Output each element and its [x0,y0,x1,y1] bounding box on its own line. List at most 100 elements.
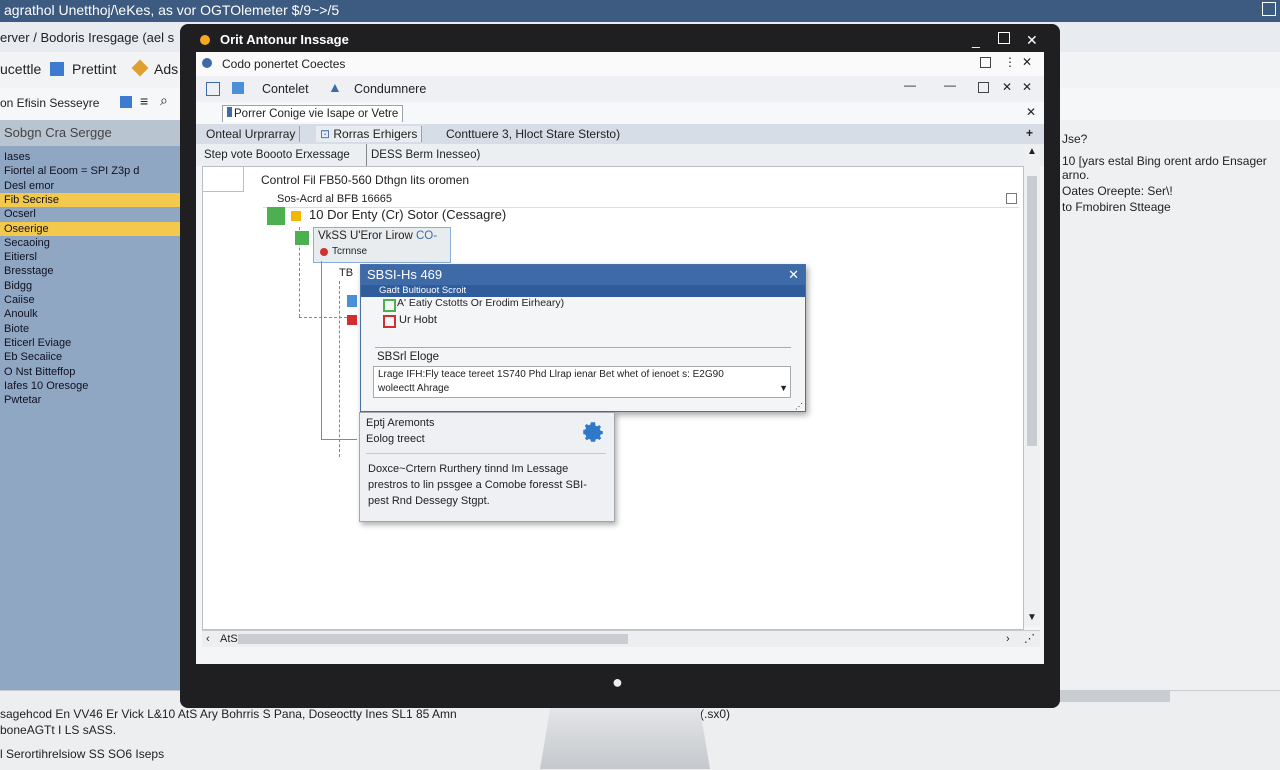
background-menu-item[interactable]: erver / Bodoris Iresgage (ael s [0,30,174,45]
document-tab[interactable]: Porrer Conige vie Isape or Vetre [222,105,404,122]
tab-onteal[interactable]: Onteal Urprarray [202,126,301,142]
left-panel-row[interactable]: Pwtetar [0,393,182,407]
connector-line [299,227,300,317]
document-icon[interactable] [232,82,244,94]
vertical-scrollbar[interactable]: ▲ ▼ [1024,146,1040,626]
minimize-icon[interactable]: — [944,78,956,92]
field-expand-icon[interactable] [1006,193,1017,204]
close-icon[interactable]: ✕ [1026,28,1038,52]
background-toolbar-item[interactable]: Prettint [72,61,116,77]
dialog-text-field[interactable]: Lrage IFH:Fly teace tereet 1S740 Phd Llr… [373,366,791,398]
monitor-stand [540,708,710,769]
right-panel-text: Jse? [1062,132,1088,146]
left-panel-header: Sobgn Cra Sergge [0,120,182,146]
tree-field-row[interactable]: Sos-Acrd al BFB 16665 [263,191,1019,208]
inner-title: Codo ponertet Coectes [222,57,346,71]
tab-conttuere[interactable]: Conttuere 3, Hloct Stare Stersto) [442,126,624,142]
dialog-title: SBSI-Hs 469 [367,267,443,282]
resize-grip-icon[interactable]: ⋰ [795,402,803,411]
background-toolbar-item[interactable]: Ads [154,61,178,77]
dialog-close-icon[interactable]: ✕ [788,265,799,285]
circle-icon [202,58,212,68]
background-close-icon[interactable] [1262,2,1276,16]
tree-node-3[interactable]: TB [339,267,353,279]
checkbox-icon[interactable] [383,315,396,328]
right-panel-text: 10 [yars estal Bing orent ardo Ensager [1062,154,1267,168]
toolbar-label-consumer[interactable]: Condumnere [354,82,426,96]
background-toolbar-item[interactable]: ucettle [0,61,41,77]
left-panel-row[interactable]: Fiortel al Eoom = SPI Z3p d [0,164,182,178]
left-panel-row[interactable]: Ocserl [0,207,182,221]
more-icon[interactable]: ⋮ [1004,55,1016,69]
left-panel-row[interactable]: Secaoing [0,236,182,250]
left-panel-row[interactable]: Oseerige [0,221,182,236]
apple-logo-icon: ● [612,672,623,692]
red-node-icon [347,315,357,325]
scroll-down-icon[interactable]: ▼ [1027,612,1037,623]
background-horizontal-scrollbar[interactable] [1060,690,1170,702]
resize-grip-icon[interactable]: ⋰ [1024,631,1035,647]
close-icon[interactable]: ✕ [1022,55,1032,69]
scroll-up-icon[interactable]: ▲ [1027,146,1037,157]
tab-label: Rorras Erhigers [333,127,418,141]
lock-icon [291,211,301,221]
pencil-icon[interactable] [131,59,149,77]
dialog-selected-row[interactable]: Gadt Bultiouot Scroit [361,285,805,297]
left-panel-row[interactable]: Eticerl Eviage [0,336,182,350]
left-panel-row[interactable]: Bresstage [0,264,182,278]
left-panel-row[interactable]: Fib Secrise [0,192,182,207]
tab-rorras[interactable]: ⊡ Rorras Erhigers [316,126,423,142]
grid-icon[interactable] [206,82,220,96]
toolbar-label-content[interactable]: Contelet [262,82,309,96]
app-icon [200,35,210,45]
left-panel-row[interactable]: O Nst Bitteffop [0,365,182,379]
left-panel-row[interactable]: Anoulk [0,307,182,321]
left-panel-row[interactable]: Biote [0,322,182,336]
dialog-item[interactable]: A' Eatiy Cstotts Or Erodim Eirheary) [397,297,564,309]
gear-icon[interactable] [580,419,606,445]
search-icon[interactable]: ⌕ [160,92,168,109]
menu-icon[interactable]: ≡ [140,93,148,109]
dialog-titlebar: SBSI-Hs 469 ✕ [361,265,805,285]
scroll-right-icon[interactable]: › [1006,631,1010,647]
left-panel-row[interactable]: Bidgg [0,279,182,293]
maximize-icon[interactable] [998,32,1010,44]
dropdown-icon[interactable]: ▼ [779,383,788,393]
left-panel-row[interactable]: Desl emor [0,179,182,193]
list-icon[interactable] [120,96,132,108]
minimize-icon[interactable]: — [904,78,916,92]
close-icon[interactable]: ✕ [1022,80,1032,94]
vertical-scroll-thumb[interactable] [1027,176,1037,446]
warning-icon[interactable]: ▲ [328,79,342,95]
checkbox-icon[interactable] [383,299,396,312]
restore-icon[interactable] [980,57,991,68]
maximize-icon[interactable] [978,82,989,93]
right-panel-text: arno. [1062,168,1090,182]
horizontal-scroll-thumb[interactable] [238,634,628,644]
pin-icon[interactable]: + [1026,126,1033,140]
breadcrumb-item[interactable]: Step vote Boooto Erxessage [204,144,350,166]
left-panel-row[interactable]: Eb Secaiice [0,350,182,364]
left-panel-row[interactable]: Eitiersl [0,250,182,264]
scroll-left-icon[interactable]: ‹ [206,631,210,647]
tree-node-1[interactable]: 10 Dor Enty (Cr) Sotor (Cessagre) [309,207,506,222]
left-panel-row[interactable]: Iases [0,150,182,164]
tree-node-2-code: CO- [416,230,438,242]
left-panel-row[interactable]: Caiise [0,293,182,307]
horizontal-scrollbar[interactable]: ‹ AtS5 › ⋰ [202,630,1040,647]
status-line: (.sx0) [700,707,730,721]
close-tab-icon[interactable]: ✕ [1026,105,1036,119]
dialog-item[interactable]: Ur Hobt [399,314,437,326]
breadcrumb-item[interactable]: DESS Berm Inesseo) [366,144,480,166]
background-toolbar2-label: on Efisin Sesseyre [0,96,100,110]
left-panel-row[interactable]: Iafes 10 Oresoge [0,379,182,393]
close-icon[interactable]: ✕ [1002,80,1012,94]
background-window-title: agrathol Unetthoj/\eKes, as vor OGTOleme… [0,0,1280,22]
dialog-field-text: Lrage IFH:Fly teace tereet 1S740 Phd Llr… [378,369,724,380]
info-card-subtitle: Eolog treect [366,433,425,445]
minimize-icon[interactable]: _ [972,28,980,52]
background-right-panel: Jse? 10 [yars estal Bing orent ardo Ensa… [1060,120,1280,690]
tree-node-2[interactable]: VkSS U'Eror Lirow CO- Tcrnnse [313,227,451,263]
image-icon[interactable] [50,62,64,76]
window-title: Orit Antonur Inssage [220,32,349,47]
